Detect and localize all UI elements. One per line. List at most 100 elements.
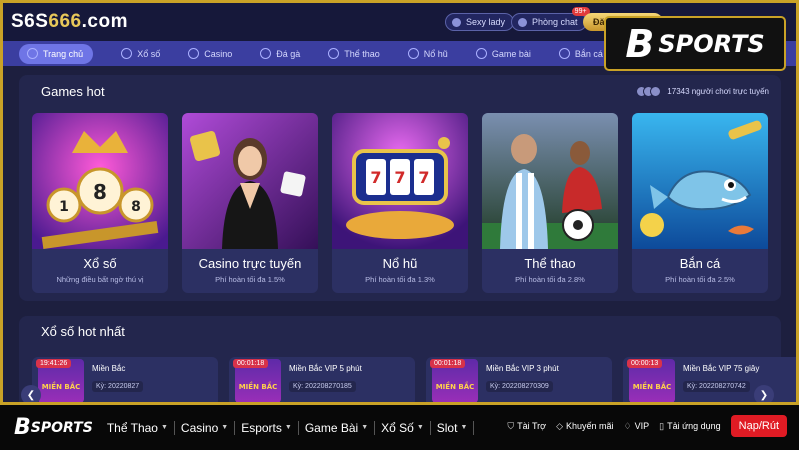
caret-down-icon: ▼ bbox=[361, 424, 369, 431]
footer-nav-casino[interactable]: Casino ▼ bbox=[175, 420, 236, 435]
section-title: Games hot bbox=[41, 84, 105, 99]
next-arrow-button[interactable]: ❯ bbox=[754, 385, 774, 402]
nav-label: Game bài bbox=[491, 48, 531, 59]
card-name: Thể thao bbox=[524, 256, 576, 271]
logo-prefix: S6S bbox=[11, 11, 49, 32]
phone-icon: ▯ bbox=[659, 420, 665, 431]
cards-icon bbox=[475, 48, 487, 59]
home-icon bbox=[27, 48, 38, 59]
nav-label: Trang chủ bbox=[43, 48, 84, 59]
nav-label: Xổ số bbox=[137, 48, 161, 59]
tag-icon: ◇ bbox=[556, 420, 563, 431]
logo-suffix: .com bbox=[81, 11, 128, 32]
logo-main: 666 bbox=[48, 11, 82, 32]
game-card-sports[interactable]: Thể thao Phí hoàn tối đa 2.8% bbox=[482, 113, 618, 293]
nav-label: Bắn cá bbox=[574, 48, 603, 59]
vip-link[interactable]: ♢ VIP bbox=[624, 421, 650, 432]
site-logo[interactable]: S6S 666 .com bbox=[11, 11, 128, 33]
lottery-item[interactable]: MIỀN BẮC 19:41:26 Miền Bắc Kỳ: 20220827 bbox=[32, 357, 218, 402]
countdown-timer: 00:00:13 bbox=[627, 359, 663, 368]
promotion-link[interactable]: ◇ Khuyến mãi bbox=[556, 421, 613, 432]
lottery-title: Miền Bắc bbox=[92, 364, 126, 373]
nav-home[interactable]: Trang chủ bbox=[19, 43, 94, 64]
lottery-title: Miền Bắc VIP 3 phút bbox=[486, 364, 559, 373]
card-subtitle: Phí hoàn tối đa 2.5% bbox=[665, 275, 735, 284]
footer-nav-label: Game Bài bbox=[304, 420, 359, 435]
caret-down-icon: ▼ bbox=[284, 424, 292, 431]
nav-card-games[interactable]: Game bài bbox=[475, 44, 531, 64]
game-card-fishing[interactable]: Bắn cá Phí hoàn tối đa 2.5% bbox=[632, 113, 768, 293]
online-count: 17343 người chơi trực tuyến bbox=[636, 86, 769, 97]
lottery-item[interactable]: MIỀN BẮC 00:01:18 Miền Bắc VIP 3 phút Kỳ… bbox=[426, 357, 612, 402]
countdown-timer: 00:01:18 bbox=[233, 359, 269, 368]
caret-down-icon: ▼ bbox=[221, 424, 229, 431]
download-app-link[interactable]: ▯ Tải ứng dụng bbox=[659, 421, 721, 432]
game-card-lottery[interactable]: 8 1 8 Xổ số Những điều bất ngờ thú vị bbox=[32, 113, 168, 293]
game-card-casino[interactable]: Casino trực tuyến Phí hoàn tối đa 1.5% bbox=[182, 113, 318, 293]
prev-arrow-button[interactable]: ❮ bbox=[21, 385, 41, 402]
lottery-period: Kỳ: 20220827 bbox=[92, 381, 144, 392]
countdown-timer: 19:41:26 bbox=[36, 359, 72, 368]
link-label: Tải ứng dụng bbox=[667, 421, 721, 431]
fishing-image bbox=[632, 113, 768, 249]
card-subtitle: Phí hoàn tối đa 1.5% bbox=[215, 275, 285, 284]
caret-down-icon: ▼ bbox=[416, 424, 424, 431]
footer-nav-lottery[interactable]: Xổ Số ▼ bbox=[375, 420, 431, 435]
svg-text:7: 7 bbox=[370, 168, 381, 187]
brand-mark: B bbox=[14, 414, 31, 440]
nav-slots[interactable]: Nổ hũ bbox=[407, 44, 448, 64]
slot-icon bbox=[407, 48, 419, 59]
footer-nav-sports[interactable]: Thể Thao ▼ bbox=[101, 420, 175, 435]
brand-word: SPORTS bbox=[30, 419, 93, 436]
footer-nav-esports[interactable]: Esports ▼ bbox=[235, 420, 299, 435]
footer-logo[interactable]: B SPORTS bbox=[14, 414, 93, 440]
lottery-title: Miền Bắc VIP 5 phút bbox=[289, 364, 362, 373]
lottery-item[interactable]: MIỀN BẮC 00:01:18 Miền Bắc VIP 5 phút Kỳ… bbox=[229, 357, 415, 402]
card-name: Xổ số bbox=[83, 256, 117, 271]
link-label: Tài Trợ bbox=[517, 421, 547, 431]
section-title: Xổ số hot nhất bbox=[41, 324, 125, 339]
link-label: Khuyến mãi bbox=[566, 421, 614, 431]
game-card-slots[interactable]: 7 7 7 Nổ hũ Phí hoàn tối đa 1.3% bbox=[332, 113, 468, 293]
nav-fishing[interactable]: Bắn cá bbox=[558, 44, 603, 64]
pill-label: Phòng chat bbox=[532, 17, 578, 27]
footer-nav-label: Xổ Số bbox=[381, 420, 414, 435]
nav-sports[interactable]: Thể thao bbox=[328, 44, 380, 64]
nav-casino[interactable]: Casino bbox=[188, 44, 232, 64]
nav-label: Nổ hũ bbox=[423, 48, 448, 59]
brand-mark: B bbox=[625, 21, 655, 66]
thumbnail-text: MIỀN BẮC bbox=[239, 381, 278, 391]
games-hot-panel: Games hot 17343 người chơi trực tuyến 8 … bbox=[19, 75, 781, 301]
casino-icon bbox=[188, 48, 200, 59]
online-text: 17343 người chơi trực tuyến bbox=[667, 87, 769, 96]
lottery-period: Kỳ: 202208270185 bbox=[289, 381, 356, 392]
svg-text:8: 8 bbox=[131, 199, 141, 215]
sports-image bbox=[482, 113, 618, 249]
brand-word: SPORTS bbox=[658, 29, 765, 58]
nav-lottery[interactable]: Xổ số bbox=[121, 44, 160, 64]
slots-image: 7 7 7 bbox=[332, 113, 468, 249]
pill-label: Sexy lady bbox=[466, 17, 506, 27]
avatar-group bbox=[636, 86, 662, 97]
nav-label: Đá gà bbox=[276, 48, 301, 59]
card-subtitle: Những điều bất ngờ thú vị bbox=[56, 275, 144, 284]
card-subtitle: Phí hoàn tối đa 1.3% bbox=[365, 275, 435, 284]
lottery-title: Miền Bắc VIP 75 giây bbox=[683, 364, 760, 373]
footer-nav-slot[interactable]: Slot ▼ bbox=[431, 420, 475, 435]
sexy-lady-button[interactable]: Sexy lady bbox=[445, 13, 515, 31]
nav-label: Thể thao bbox=[344, 48, 380, 59]
thumbnail-text: MIỀN BẮC bbox=[436, 381, 475, 391]
link-label: VIP bbox=[634, 421, 650, 431]
footer-nav-label: Esports bbox=[241, 420, 282, 435]
heart-icon bbox=[452, 17, 461, 27]
footer-nav-card-games[interactable]: Game Bài ▼ bbox=[299, 420, 376, 435]
card-subtitle: Phí hoàn tối đa 2.8% bbox=[515, 275, 585, 284]
svg-text:7: 7 bbox=[394, 168, 405, 187]
deposit-withdraw-button[interactable]: Nạp/Rút bbox=[730, 415, 787, 437]
card-name: Nổ hũ bbox=[382, 256, 418, 271]
card-name: Casino trực tuyến bbox=[198, 256, 302, 271]
sponsor-link[interactable]: ⛉ Tài Trợ bbox=[507, 421, 546, 432]
chat-room-button[interactable]: Phòng chat 99+ bbox=[511, 7, 590, 31]
nav-cockfight[interactable]: Đá gà bbox=[260, 44, 300, 64]
bsports-brand-logo: B SPORTS bbox=[604, 16, 786, 71]
